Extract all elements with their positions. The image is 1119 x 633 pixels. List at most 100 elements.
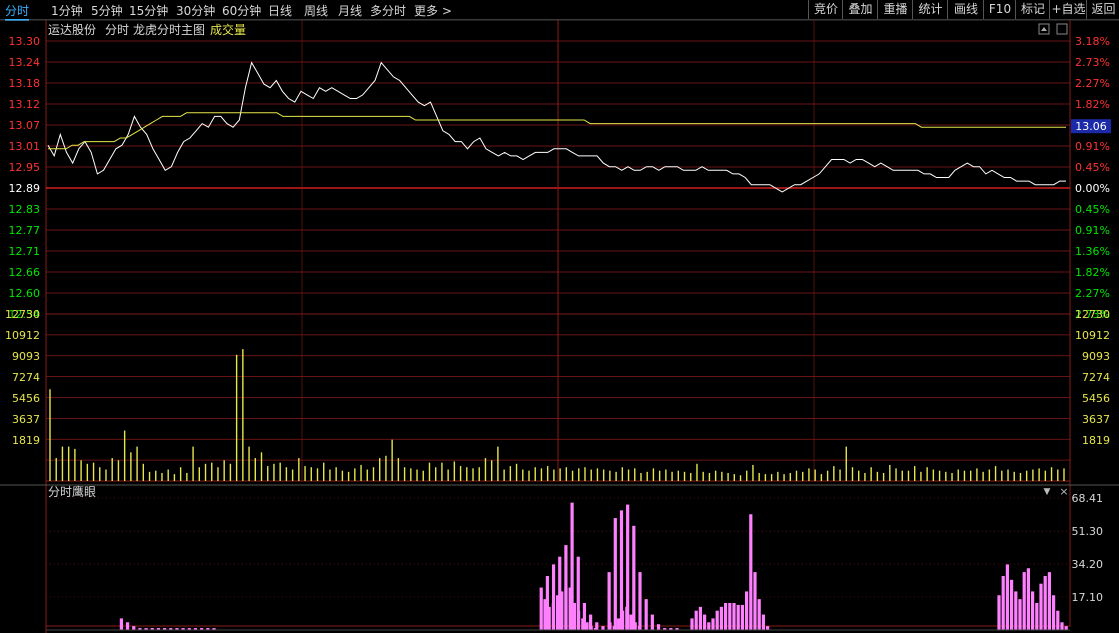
eagle-bar — [119, 618, 123, 630]
tab-10[interactable]: 更多 > — [414, 2, 452, 19]
tab-5[interactable]: 60分钟 — [222, 2, 261, 19]
eagle-bar — [711, 618, 715, 630]
toolbar-button-2[interactable]: 重播 — [877, 0, 913, 19]
eagle-bar — [745, 591, 749, 630]
tab-6[interactable]: 日线 — [268, 2, 292, 19]
eagle-bar — [633, 622, 637, 630]
eagle-bar — [132, 626, 136, 630]
price-line — [47, 61, 1066, 193]
eagle-bar — [621, 610, 625, 630]
eagle-bar — [703, 614, 707, 630]
toolbar-button-7[interactable]: +自选 — [1049, 0, 1087, 19]
subchart-close-icon: × — [1059, 485, 1068, 498]
eagle-bar — [1018, 599, 1022, 630]
eagle-bar — [740, 604, 744, 630]
eagle-bar — [585, 622, 589, 630]
price-axis-label: 12.95 — [9, 161, 41, 174]
tab-3[interactable]: 15分钟 — [129, 2, 168, 19]
volume-axis-label-right: 5456 — [1082, 392, 1110, 405]
tab-2[interactable]: 5分钟 — [91, 2, 123, 19]
volume-axis-label-left: 7274 — [12, 371, 40, 384]
toolbar-button-0[interactable]: 竞价 — [808, 0, 843, 19]
price-axis-label: 13.01 — [9, 140, 41, 153]
eagle-bar — [638, 572, 642, 630]
period-toolbar: 分时 1分钟 5分钟 15分钟 30分钟 60分钟 日线 周线 月线 多分时 更多 > 竞价 叠加 重播统… — [0, 0, 1119, 21]
volume-axis-label-right: 1819 — [1082, 434, 1110, 447]
tab-1[interactable]: 1分钟 — [51, 2, 83, 19]
avg-price-line — [48, 112, 1066, 150]
eagle-bar — [694, 610, 698, 630]
toolbar-button-5[interactable]: F10 — [983, 0, 1016, 19]
eagle-bar — [1064, 626, 1068, 630]
volume-axis-label-left: 10912 — [5, 329, 40, 342]
price-axis-label: 12.71 — [9, 245, 41, 258]
toolbar-button-6[interactable]: 标记 — [1015, 0, 1050, 19]
volume-axis-label-right: 9093 — [1082, 350, 1110, 363]
eagle-bar — [753, 572, 757, 630]
tab-4[interactable]: 30分钟 — [176, 2, 215, 19]
eagle-bar — [543, 599, 547, 630]
volume-axis-label-left: 12730 — [5, 308, 40, 321]
eagle-bar — [616, 618, 620, 630]
eagle-bar — [1005, 564, 1009, 630]
eagle-bar — [1052, 595, 1056, 630]
toolbar-button-4[interactable]: 画线 — [947, 0, 984, 19]
eagle-bar — [607, 572, 611, 630]
eagle-bar — [757, 599, 761, 630]
eagle-bar — [749, 514, 753, 630]
eagle-bar — [608, 622, 612, 630]
eagle-bar — [564, 587, 568, 630]
price-axis-label: 13.12 — [9, 98, 41, 111]
eagle-bar — [1014, 591, 1018, 630]
volume-axis-label-left: 1819 — [12, 434, 40, 447]
tab-8[interactable]: 月线 — [338, 2, 362, 19]
stock-name: 运达股份 — [48, 23, 96, 37]
subchart-axis-label: 34.20 — [1072, 558, 1104, 571]
pct-axis-label: 0.00% — [1075, 182, 1110, 195]
pct-axis-label: 0.45% — [1075, 203, 1110, 216]
price-axis-label: 12.83 — [9, 203, 41, 216]
tab-7[interactable]: 周线 — [304, 2, 328, 19]
eagle-bar — [581, 618, 585, 630]
price-axis-label: 12.60 — [9, 287, 41, 300]
eagle-bar — [766, 626, 770, 630]
eagle-bar — [698, 606, 702, 630]
subchart-axis-label: 17.10 — [1072, 591, 1104, 604]
volume-axis-label-right: 3637 — [1082, 413, 1110, 426]
volume-axis-label-left: 3637 — [12, 413, 40, 426]
intraday-chart: 运达股份 分时 龙虎分时主图 成交量 13.30 13.24 13.18 13.12 13.07… — [0, 20, 1119, 633]
eagle-bar — [572, 602, 576, 630]
eagle-bar — [1026, 568, 1030, 630]
eagle-bar — [1031, 591, 1035, 630]
mode-label: 分时 — [105, 23, 129, 37]
volume-axis-label-right: 7274 — [1082, 371, 1110, 384]
price-axis-label: 12.66 — [9, 266, 41, 279]
volume-axis-label-left: 9093 — [12, 350, 40, 363]
tab-0[interactable]: 分时 — [5, 2, 30, 21]
eagle-bar — [1060, 622, 1064, 630]
price-axis-label: 13.07 — [9, 119, 41, 132]
eagle-bar — [1056, 610, 1060, 630]
eagle-bar — [625, 606, 629, 630]
eagle-bar — [601, 626, 605, 630]
eagle-bar — [1039, 583, 1043, 630]
volume-axis-label-right: 10912 — [1075, 329, 1110, 342]
eagle-bar — [613, 518, 617, 630]
tab-9[interactable]: 多分时 — [370, 2, 406, 19]
toolbar-button-8[interactable]: 返回 — [1086, 0, 1119, 19]
price-axis-label: 13.30 — [9, 35, 41, 48]
toolbar-button-3[interactable]: 统计 — [912, 0, 948, 19]
pct-axis-label: 1.82% — [1075, 266, 1110, 279]
settings-icon — [1056, 23, 1068, 35]
eagle-bar — [1001, 575, 1005, 630]
current-price-tag-text: 13.06 — [1075, 120, 1107, 133]
eagle-bar — [732, 602, 736, 630]
volume-axis-label-right: 12730 — [1075, 308, 1110, 321]
subchart-title: 分时鹰眼 — [48, 484, 96, 499]
eagle-bar — [637, 626, 641, 630]
eagle-bar — [568, 587, 572, 630]
eagle-bar — [589, 626, 593, 630]
subchart-axis-label: 68.41 — [1072, 492, 1104, 505]
eagle-bar — [656, 624, 661, 630]
toolbar-button-1[interactable]: 叠加 — [842, 0, 878, 19]
